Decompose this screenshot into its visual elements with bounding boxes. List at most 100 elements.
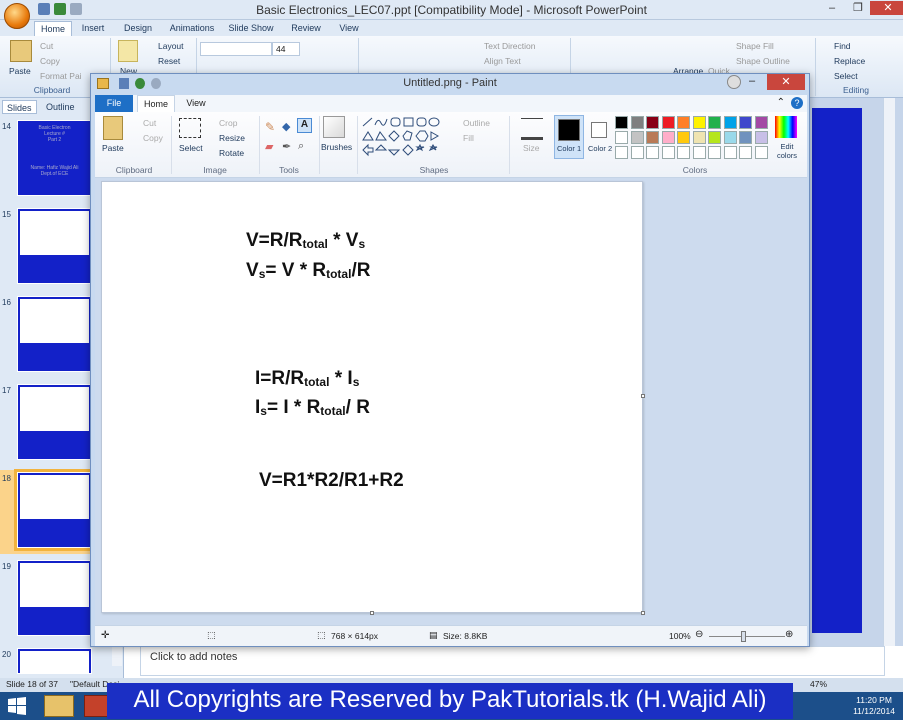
fill-button[interactable]: Fill <box>463 133 474 143</box>
slide-thumbnail-20[interactable] <box>17 648 92 674</box>
palette-swatch[interactable] <box>754 116 768 129</box>
tab-slides[interactable]: Slides <box>2 100 37 114</box>
office-button[interactable] <box>4 3 30 29</box>
help-icon[interactable]: ? <box>791 97 803 109</box>
pencil-icon[interactable]: ✎ <box>265 120 275 134</box>
paint-paste-button[interactable]: Paste <box>102 143 124 153</box>
shape-fill-button[interactable]: Shape Fill <box>736 41 774 51</box>
palette-swatch[interactable] <box>646 146 659 159</box>
ribbon-collapse-icon[interactable]: ⌃ <box>777 97 785 108</box>
palette-swatch[interactable] <box>661 131 675 144</box>
paste-icon[interactable] <box>10 40 32 62</box>
slide-thumbnail-15[interactable] <box>17 208 92 284</box>
palette-swatch[interactable] <box>754 131 768 144</box>
slide-thumbnail-19[interactable] <box>17 560 92 636</box>
text-tool-icon[interactable]: A <box>297 118 312 133</box>
find-button[interactable]: Find <box>834 41 851 51</box>
tab-review[interactable]: Review <box>286 21 326 36</box>
select-button[interactable]: Select <box>834 71 858 81</box>
paint-close-button[interactable]: ✕ <box>767 74 805 90</box>
ppt-restore-button[interactable]: ❐ <box>846 1 870 15</box>
edit-colors-icon[interactable] <box>775 116 797 138</box>
palette-swatch[interactable] <box>630 146 644 159</box>
palette-swatch[interactable] <box>615 146 628 159</box>
ppt-close-button[interactable]: ✕ <box>870 1 903 15</box>
ppt-reset-button[interactable]: Reset <box>158 56 180 66</box>
eraser-icon[interactable]: ▰ <box>265 140 273 153</box>
brush-icon[interactable] <box>323 116 345 138</box>
tab-view[interactable]: View <box>334 21 364 36</box>
zoom-in-button[interactable]: ⊕ <box>785 629 793 640</box>
zoom-out-button[interactable]: ⊖ <box>695 629 703 640</box>
palette-swatch[interactable] <box>615 116 628 129</box>
palette-swatch[interactable] <box>692 146 706 159</box>
palette-swatch[interactable] <box>646 116 659 129</box>
palette-swatch[interactable] <box>739 131 752 144</box>
brushes-button[interactable]: Brushes <box>321 142 352 152</box>
palette-swatch[interactable] <box>754 146 768 159</box>
slide-thumbnail-14[interactable]: Basic Electron Lecture # Part 2 Name: Ha… <box>17 120 92 196</box>
slide-thumbnail-18[interactable] <box>14 469 95 551</box>
palette-swatch[interactable] <box>739 116 752 129</box>
paint-cut-button[interactable]: Cut <box>143 118 156 128</box>
ppt-cut-button[interactable]: Cut <box>40 41 53 51</box>
tab-view[interactable]: View <box>179 95 213 112</box>
new-slide-icon[interactable] <box>118 40 138 62</box>
ppt-paste-button[interactable]: Paste <box>9 66 31 76</box>
palette-swatch[interactable] <box>723 116 737 129</box>
palette-swatch[interactable] <box>646 131 659 144</box>
tab-home[interactable]: Home <box>34 21 72 36</box>
zoom-slider-thumb[interactable] <box>741 631 746 642</box>
ppt-current-slide[interactable] <box>812 108 862 633</box>
palette-swatch[interactable] <box>677 116 690 129</box>
paint-copy-button[interactable]: Copy <box>143 133 163 143</box>
ppt-copy-button[interactable]: Copy <box>40 56 60 66</box>
paint-select-button[interactable]: Select <box>179 143 203 153</box>
resize-handle-right[interactable] <box>641 394 645 398</box>
palette-swatch[interactable] <box>661 116 675 129</box>
shape-outline-button[interactable]: Shape Outline <box>736 56 790 66</box>
slide-thumbnail-17[interactable] <box>17 384 92 460</box>
paste-icon[interactable] <box>103 116 123 140</box>
fill-icon[interactable]: ◆ <box>282 120 290 133</box>
magnifier-icon[interactable]: ⌕ <box>298 140 304 153</box>
size-button[interactable]: Size <box>523 143 540 153</box>
tab-animations[interactable]: Animations <box>166 21 218 36</box>
color-picker-icon[interactable]: ✒ <box>282 140 291 153</box>
notes-pane[interactable]: Click to add notes <box>140 646 885 676</box>
palette-swatch[interactable] <box>661 146 675 159</box>
tab-insert[interactable]: Insert <box>76 21 110 36</box>
palette-swatch[interactable] <box>692 131 706 144</box>
palette-swatch[interactable] <box>677 131 690 144</box>
palette-swatch[interactable] <box>630 131 644 144</box>
file-explorer-icon[interactable] <box>44 695 74 717</box>
palette-swatch[interactable] <box>677 146 690 159</box>
resize-button[interactable]: Resize <box>219 133 245 143</box>
resize-handle-corner[interactable] <box>641 611 645 615</box>
palette-swatch[interactable] <box>723 146 737 159</box>
palette-swatch[interactable] <box>723 131 737 144</box>
replace-button[interactable]: Replace <box>834 56 865 66</box>
paint-canvas[interactable]: V=R/Rtotal * Vs Vs= V * Rtotal/R I=R/Rto… <box>101 181 645 615</box>
rotate-button[interactable]: Rotate <box>219 148 244 158</box>
ppt-format-painter-button[interactable]: Format Pai <box>40 71 82 81</box>
windows-start-icon[interactable] <box>6 695 36 717</box>
align-text-button[interactable]: Align Text <box>484 56 521 66</box>
select-icon[interactable] <box>179 118 201 138</box>
palette-swatch[interactable] <box>615 131 628 144</box>
outline-button[interactable]: Outline <box>463 118 490 128</box>
palette-swatch[interactable] <box>739 146 752 159</box>
palette-swatch[interactable] <box>630 116 644 129</box>
color2-swatch[interactable] <box>591 122 607 138</box>
crop-button[interactable]: Crop <box>219 118 237 128</box>
edit-colors-button[interactable]: Edit colors <box>772 142 802 160</box>
resize-handle-bottom[interactable] <box>370 611 374 615</box>
shapes-gallery-icon[interactable] <box>361 116 455 160</box>
color1-swatch[interactable] <box>558 119 580 141</box>
ppt-layout-button[interactable]: Layout <box>158 41 184 51</box>
tab-home[interactable]: Home <box>137 95 175 112</box>
size-icon[interactable] <box>521 118 543 140</box>
palette-swatch[interactable] <box>708 116 721 129</box>
palette-swatch[interactable] <box>708 131 721 144</box>
paint-minimize-button[interactable]: – <box>741 74 763 90</box>
